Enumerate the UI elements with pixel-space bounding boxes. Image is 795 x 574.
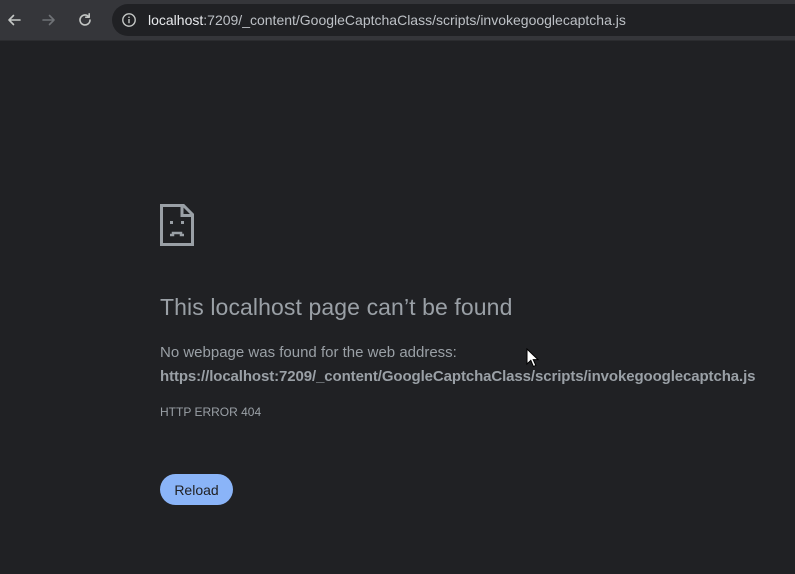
forward-button[interactable] bbox=[35, 6, 63, 34]
url-host: localhost bbox=[148, 12, 204, 28]
sad-page-icon bbox=[160, 204, 194, 246]
error-description: No webpage was found for the web address… bbox=[160, 344, 457, 361]
reload-page-button[interactable] bbox=[71, 6, 99, 34]
error-code: HTTP ERROR 404 bbox=[160, 405, 262, 419]
reload-button[interactable]: Reload bbox=[160, 474, 233, 505]
error-url: https://localhost:7209/_content/GoogleCa… bbox=[160, 368, 756, 385]
address-bar[interactable]: localhost:7209/_content/GoogleCaptchaCla… bbox=[112, 4, 795, 36]
browser-toolbar: localhost:7209/_content/GoogleCaptchaCla… bbox=[0, 0, 795, 41]
mouse-cursor-icon bbox=[526, 348, 540, 368]
url-text[interactable]: localhost:7209/_content/GoogleCaptchaCla… bbox=[148, 12, 626, 28]
info-circle-icon bbox=[122, 13, 136, 27]
back-button[interactable] bbox=[0, 6, 28, 34]
reload-icon bbox=[79, 13, 91, 26]
arrow-left-icon bbox=[8, 14, 21, 26]
url-path: :7209/_content/GoogleCaptchaClass/script… bbox=[203, 12, 626, 28]
site-info-button[interactable] bbox=[120, 11, 138, 29]
arrow-right-icon bbox=[42, 14, 55, 26]
page-title: This localhost page can’t be found bbox=[160, 294, 513, 320]
